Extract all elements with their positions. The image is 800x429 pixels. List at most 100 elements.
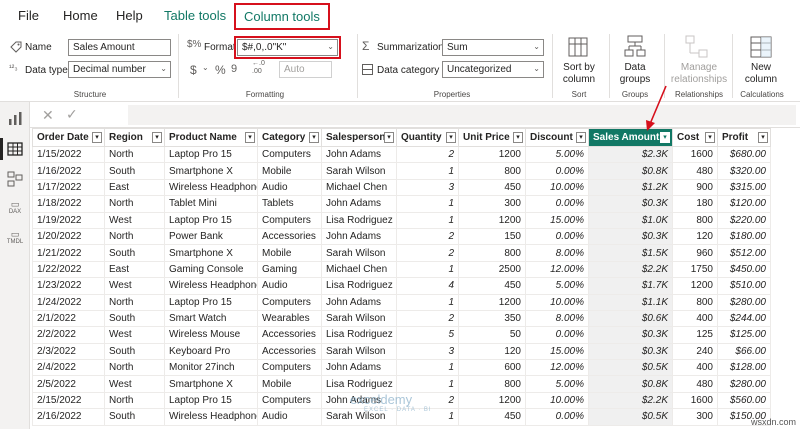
table-cell[interactable]: $0.8K: [588, 375, 673, 393]
table-cell[interactable]: $220.00: [717, 211, 771, 229]
table-cell[interactable]: 2/4/2022: [32, 359, 105, 377]
table-cell[interactable]: South: [104, 408, 165, 426]
table-cell[interactable]: 15.00%: [525, 342, 589, 361]
table-cell[interactable]: 12.00%: [525, 260, 589, 279]
table-cell[interactable]: 240: [672, 342, 718, 361]
table-cell[interactable]: 1/17/2022: [32, 178, 105, 197]
table-cell[interactable]: John Adams: [321, 359, 397, 377]
filter-dropdown-icon[interactable]: ▾: [245, 132, 255, 143]
table-cell[interactable]: Monitor 27inch: [164, 359, 258, 377]
table-cell[interactable]: 1: [396, 375, 459, 393]
table-cell[interactable]: Computers: [257, 145, 322, 164]
table-cell[interactable]: $128.00: [717, 359, 771, 377]
filter-dropdown-icon[interactable]: ▾: [152, 132, 162, 143]
table-cell[interactable]: Wireless Headphones: [164, 178, 258, 197]
table-cell[interactable]: 2/2/2022: [32, 326, 105, 344]
table-cell[interactable]: 1: [396, 359, 459, 377]
table-cell[interactable]: Sarah Wilson: [321, 162, 397, 180]
table-cell[interactable]: North: [104, 227, 165, 246]
table-cell[interactable]: 2/15/2022: [32, 391, 105, 410]
table-cell[interactable]: South: [104, 162, 165, 180]
table-cell[interactable]: North: [104, 145, 165, 164]
table-cell[interactable]: Wireless Mouse: [164, 326, 258, 344]
table-cell[interactable]: Mobile: [257, 244, 322, 262]
table-cell[interactable]: 12.00%: [525, 359, 589, 377]
column-header[interactable]: Sales Amount ▾: [588, 128, 673, 147]
table-cell[interactable]: 1/15/2022: [32, 145, 105, 164]
table-cell[interactable]: 300: [672, 408, 718, 426]
table-view-icon[interactable]: [6, 140, 24, 158]
table-cell[interactable]: Wireless Headphones: [164, 277, 258, 295]
column-header[interactable]: Region ▾: [104, 128, 165, 147]
table-cell[interactable]: 1200: [458, 391, 526, 410]
table-cell[interactable]: 1/21/2022: [32, 244, 105, 262]
table-cell[interactable]: Lisa Rodriguez: [321, 375, 397, 393]
table-cell[interactable]: Laptop Pro 15: [164, 293, 258, 311]
table-cell[interactable]: Computers: [257, 211, 322, 229]
table-cell[interactable]: 2: [396, 227, 459, 246]
filter-dropdown-icon[interactable]: ▾: [384, 132, 394, 143]
table-cell[interactable]: 1/18/2022: [32, 195, 105, 213]
table-cell[interactable]: 2: [396, 244, 459, 262]
table-cell[interactable]: North: [104, 195, 165, 213]
table-cell[interactable]: 800: [458, 162, 526, 180]
report-view-icon[interactable]: [6, 110, 24, 128]
table-cell[interactable]: 5.00%: [525, 145, 589, 164]
table-cell[interactable]: $1.0K: [588, 211, 673, 229]
filter-dropdown-icon[interactable]: ▾: [576, 132, 586, 143]
table-cell[interactable]: $315.00: [717, 178, 771, 197]
table-cell[interactable]: 2500: [458, 260, 526, 279]
name-input[interactable]: Sales Amount: [68, 39, 171, 56]
table-cell[interactable]: Smartphone X: [164, 244, 258, 262]
table-cell[interactable]: Laptop Pro 15: [164, 211, 258, 229]
table-cell[interactable]: John Adams: [321, 293, 397, 311]
filter-dropdown-icon[interactable]: ▾: [758, 132, 768, 143]
table-cell[interactable]: Gaming: [257, 260, 322, 279]
table-cell[interactable]: East: [104, 260, 165, 279]
table-cell[interactable]: 8.00%: [525, 309, 589, 328]
table-cell[interactable]: Wearables: [257, 309, 322, 328]
table-cell[interactable]: 1: [396, 260, 459, 279]
table-cell[interactable]: 800: [672, 293, 718, 311]
table-cell[interactable]: $0.5K: [588, 408, 673, 426]
summarization-select[interactable]: Sum ⌄: [442, 39, 544, 56]
table-cell[interactable]: $0.5K: [588, 359, 673, 377]
new-column-button[interactable]: New column: [740, 62, 782, 86]
column-header[interactable]: Discount ▾: [525, 128, 589, 147]
table-cell[interactable]: $1.7K: [588, 277, 673, 295]
column-header[interactable]: Order Date ▾: [32, 128, 105, 147]
data-type-select[interactable]: Decimal number ⌄: [68, 61, 171, 78]
column-header[interactable]: Category ▾: [257, 128, 322, 147]
column-header[interactable]: Profit ▾: [717, 128, 771, 147]
table-cell[interactable]: $66.00: [717, 342, 771, 361]
table-cell[interactable]: John Adams: [321, 145, 397, 164]
table-cell[interactable]: Wireless Headphones: [164, 408, 258, 426]
menu-file[interactable]: File: [18, 8, 39, 23]
table-cell[interactable]: Computers: [257, 391, 322, 410]
table-cell[interactable]: Smartphone X: [164, 162, 258, 180]
currency-icon[interactable]: $: [190, 63, 197, 77]
table-cell[interactable]: 10.00%: [525, 391, 589, 410]
table-cell[interactable]: Mobile: [257, 375, 322, 393]
table-cell[interactable]: $120.00: [717, 195, 771, 213]
table-cell[interactable]: 2/3/2022: [32, 342, 105, 361]
table-cell[interactable]: 1/23/2022: [32, 277, 105, 295]
table-cell[interactable]: 600: [458, 359, 526, 377]
table-cell[interactable]: $125.00: [717, 326, 771, 344]
filter-dropdown-icon[interactable]: ▾: [446, 132, 456, 143]
table-cell[interactable]: East: [104, 178, 165, 197]
table-cell[interactable]: $280.00: [717, 375, 771, 393]
table-cell[interactable]: 1200: [458, 145, 526, 164]
column-header[interactable]: Unit Price ▾: [458, 128, 526, 147]
table-cell[interactable]: Michael Chen: [321, 260, 397, 279]
table-cell[interactable]: 4: [396, 277, 459, 295]
table-cell[interactable]: $0.3K: [588, 227, 673, 246]
table-cell[interactable]: 0.00%: [525, 162, 589, 180]
table-cell[interactable]: $0.3K: [588, 195, 673, 213]
table-cell[interactable]: Accessories: [257, 326, 322, 344]
table-cell[interactable]: 480: [672, 162, 718, 180]
table-cell[interactable]: 400: [672, 359, 718, 377]
table-cell[interactable]: Accessories: [257, 227, 322, 246]
commit-formula-icon[interactable]: ✓: [66, 106, 78, 123]
table-cell[interactable]: 0.00%: [525, 227, 589, 246]
